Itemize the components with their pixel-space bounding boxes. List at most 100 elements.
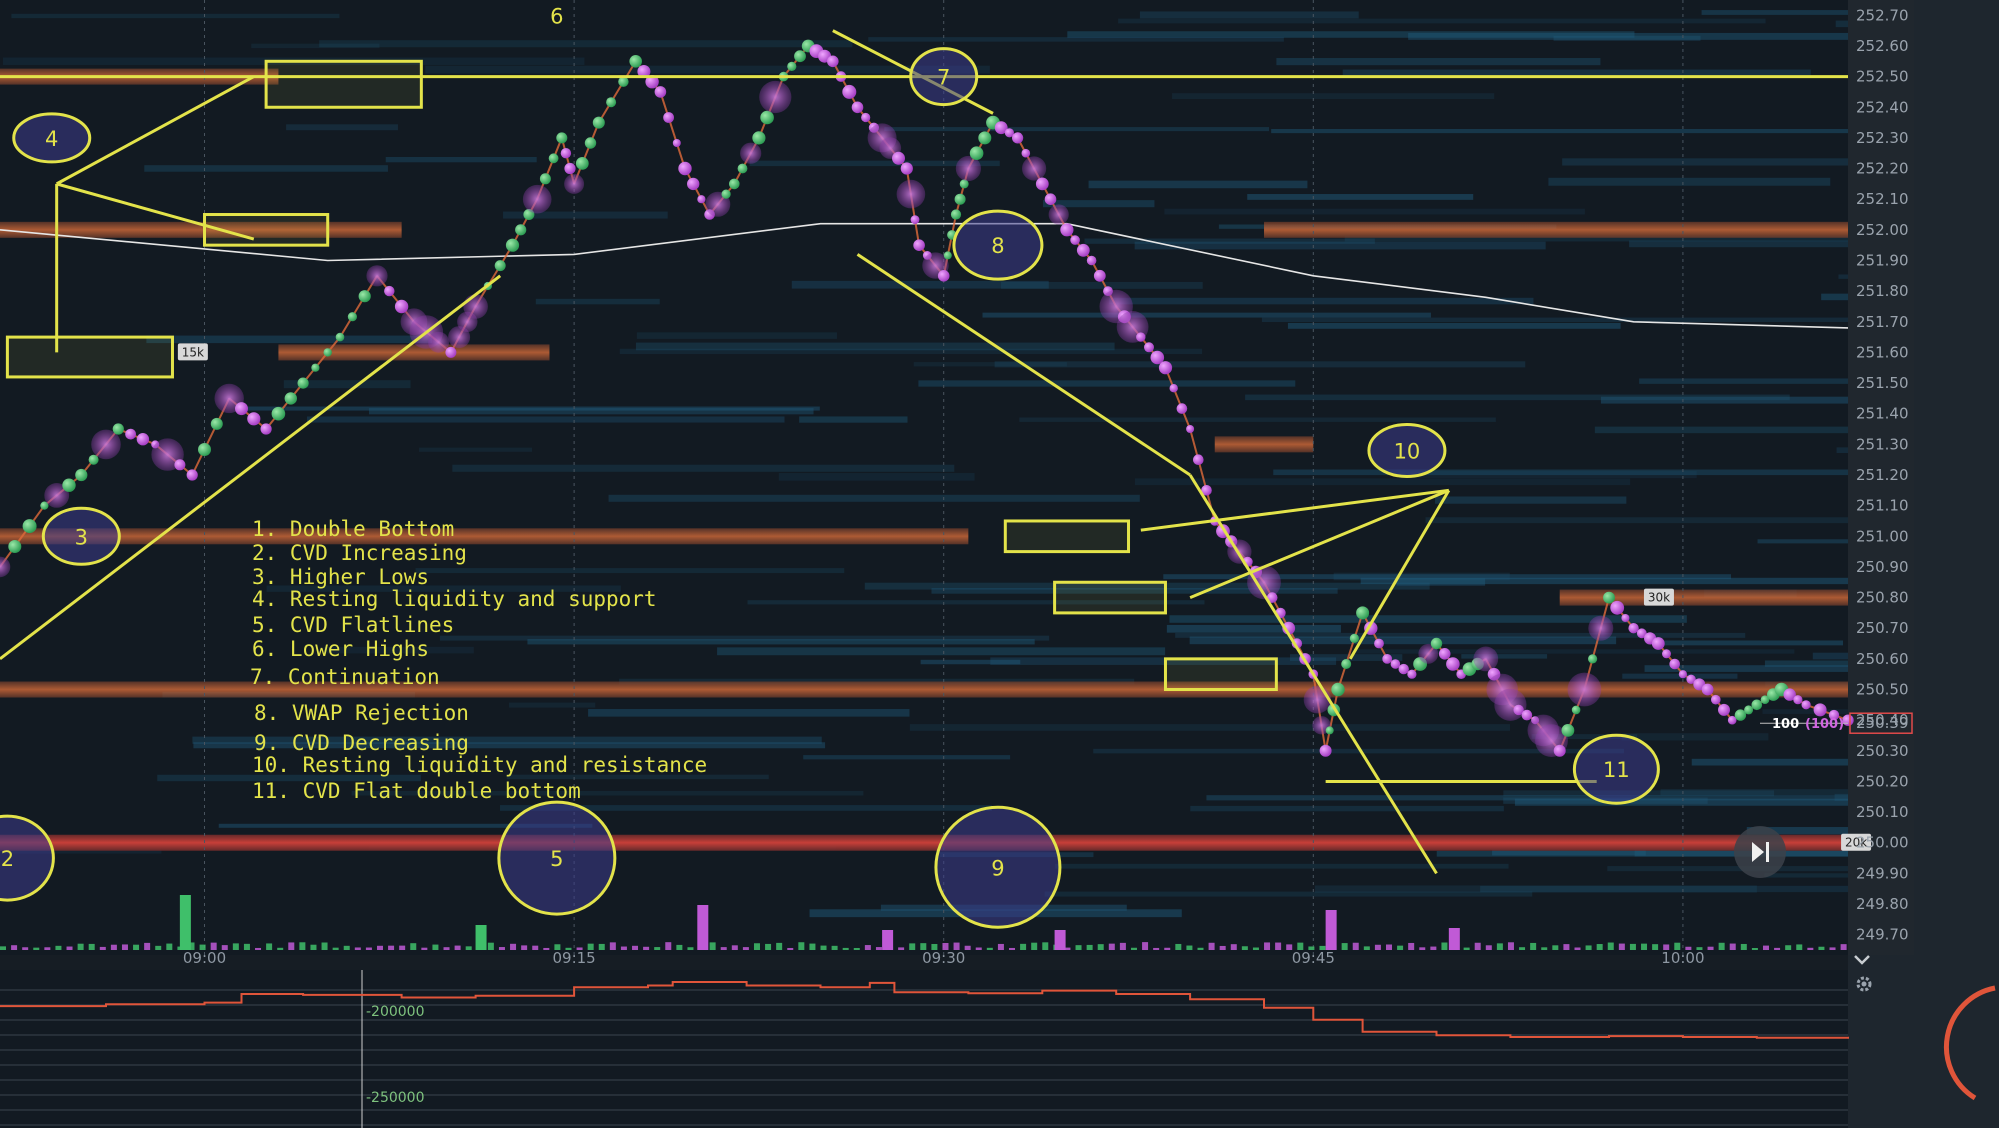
price-bubble — [1060, 223, 1074, 237]
price-bubble — [1070, 235, 1080, 245]
volume-bar — [410, 943, 417, 950]
volume-bar — [0, 946, 6, 950]
volume-bar — [1197, 947, 1204, 950]
chart-svg: 23456789101115k30k20k 1. Double Bottom2.… — [0, 0, 1999, 1128]
price-bubble — [663, 112, 674, 123]
price-tick-label: 250.90 — [1856, 558, 1909, 576]
volume-bar — [1707, 946, 1714, 950]
price-tick-label: 250.70 — [1856, 619, 1909, 637]
heatmap-band — [994, 361, 1526, 368]
volume-bar — [720, 947, 727, 950]
price-bubble — [323, 348, 332, 357]
volume-bar — [22, 947, 29, 950]
volume-bar — [864, 945, 871, 950]
heatmap-band — [1271, 128, 1848, 134]
heatmap-band — [286, 124, 398, 131]
heatmap-band — [319, 40, 853, 48]
price-bubble — [198, 443, 211, 456]
price-bubble — [311, 363, 320, 372]
volume-bar — [1441, 942, 1448, 950]
callout-label: 11 — [1603, 758, 1630, 782]
price-bubble — [721, 189, 731, 199]
price-bubble — [740, 142, 762, 164]
price-bubble — [892, 151, 905, 165]
volume-bar — [1219, 945, 1226, 950]
price-bubble — [1319, 744, 1332, 757]
volume-bar — [731, 945, 738, 950]
price-bubble — [548, 153, 559, 164]
volume-bar — [882, 930, 894, 950]
volume-bar — [1485, 945, 1492, 950]
price-bubble — [1610, 600, 1625, 615]
price-bubble — [1603, 591, 1615, 604]
heatmap-band — [636, 332, 837, 339]
heatmap-band — [1594, 426, 1848, 434]
price-bubble — [1701, 683, 1714, 696]
volume-bar — [1363, 946, 1370, 950]
volume-bar — [1208, 942, 1215, 950]
volume-bar — [875, 947, 882, 950]
price-bubble — [1331, 682, 1345, 697]
price-bubble — [564, 162, 576, 175]
price-tick-label: 249.80 — [1856, 895, 1909, 913]
price-bubble — [950, 209, 962, 220]
volume-bar — [831, 945, 838, 950]
heatmap-band — [1314, 885, 1757, 893]
price-bubble — [515, 224, 527, 236]
heatmap-band — [452, 464, 955, 472]
volume-bar — [1496, 943, 1503, 950]
heatmap-band — [1425, 517, 1848, 524]
volume-bar — [1341, 943, 1348, 950]
volume-bar — [299, 942, 306, 950]
callout-label: 4 — [45, 127, 58, 151]
price-bubble — [1553, 744, 1566, 757]
heatmap-band — [415, 568, 845, 574]
gear-icon-hub[interactable] — [1861, 981, 1867, 987]
heatmap-band — [1660, 789, 1848, 796]
liquidity-tag-label: 30k — [1648, 591, 1670, 605]
price-bubble — [1169, 384, 1178, 393]
resting-liquidity-band — [1264, 221, 1848, 238]
legend-item: 9. CVD Decreasing — [254, 731, 469, 755]
price-bubble — [1521, 709, 1533, 721]
volume-bar — [1474, 942, 1481, 950]
price-bubble — [737, 163, 748, 174]
skip-to-end-button[interactable] — [1734, 826, 1786, 878]
price-bubble — [136, 433, 150, 446]
resting-liquidity-band — [0, 834, 1848, 851]
price-tick-label: 250.00 — [1856, 834, 1909, 852]
volume-bar — [909, 943, 916, 950]
legend-item: 3. Higher Lows — [252, 565, 429, 589]
price-bubble — [125, 428, 136, 440]
price-bubble — [494, 260, 506, 272]
price-bubble — [260, 423, 272, 435]
volume-bar — [1629, 943, 1636, 950]
volume-bar — [975, 947, 982, 950]
volume-bar — [709, 942, 716, 950]
volume-bar — [753, 943, 760, 950]
price-bubble — [384, 285, 395, 297]
price-bubble — [564, 173, 585, 194]
heatmap-band — [1639, 378, 1848, 384]
volume-bar — [243, 943, 250, 950]
volume-bar — [1020, 943, 1027, 950]
price-bubble — [1176, 403, 1188, 414]
volume-bar — [510, 943, 517, 950]
volume-bar — [997, 943, 1004, 950]
heatmap-band — [1247, 194, 1474, 200]
price-bubble — [760, 110, 774, 125]
price-bubble — [1048, 204, 1069, 225]
callout-label: 7 — [937, 66, 950, 90]
volume-bar — [1607, 942, 1614, 950]
volume-bar — [1718, 942, 1725, 950]
volume-bar — [1054, 930, 1066, 950]
volume-bar — [1009, 947, 1016, 950]
price-bubble — [954, 193, 966, 205]
price-bubble — [1407, 669, 1417, 679]
heatmap-band — [1757, 539, 1848, 544]
volume-bar — [1275, 942, 1282, 950]
price-bubble — [794, 50, 806, 63]
volume-bar — [1086, 944, 1093, 950]
volume-bar — [1463, 947, 1470, 950]
price-bubble — [22, 519, 37, 534]
